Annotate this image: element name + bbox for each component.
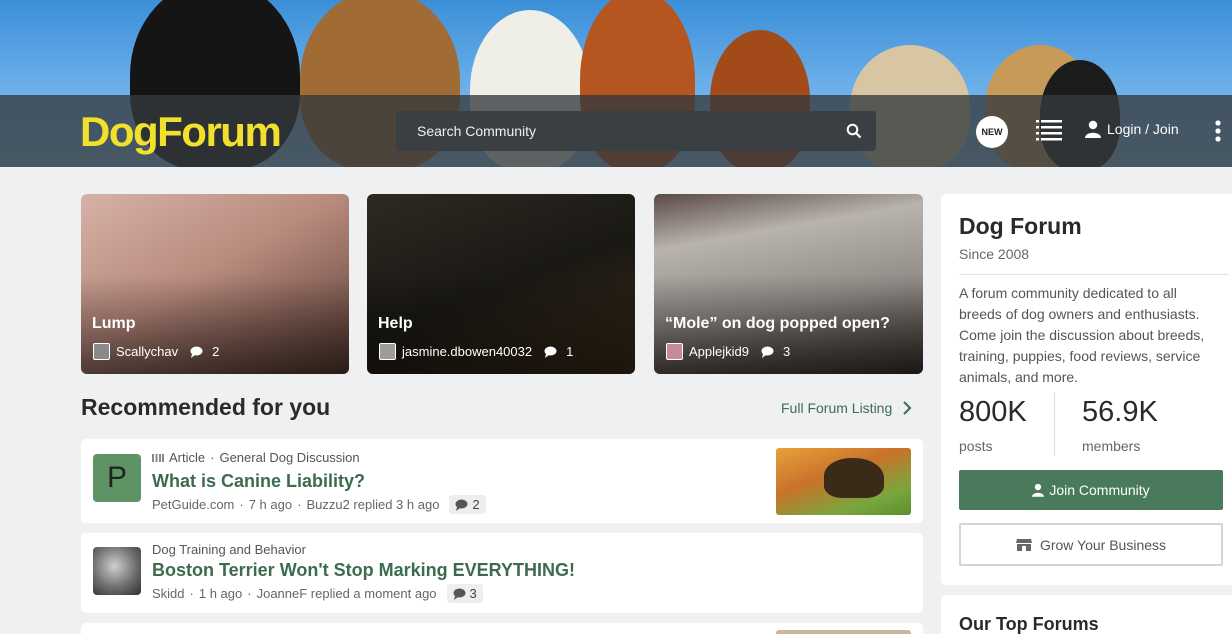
featured-card[interactable]: “Mole” on dog popped open? Applejkid9 3 — [654, 194, 923, 374]
site-logo[interactable]: DogForum — [80, 108, 282, 156]
posts-count: 800K — [959, 396, 1027, 428]
separator: · — [210, 450, 215, 465]
item-meta: Skidd · 1 h ago · JoanneF replied a mome… — [152, 584, 483, 603]
chevron-right-icon — [903, 401, 912, 415]
comment-count: 3 — [469, 586, 477, 601]
item-last-reply[interactable]: Buzzu2 replied 3 h ago — [306, 497, 439, 512]
separator: · — [239, 497, 244, 512]
avatar — [93, 343, 110, 360]
item-title[interactable]: Boston Terrier Won't Stop Marking EVERYT… — [152, 560, 575, 581]
item-last-reply[interactable]: JoanneF replied a moment ago — [257, 586, 437, 601]
avatar — [93, 547, 141, 595]
card-title[interactable]: Lump — [92, 315, 136, 333]
top-forums-panel: Our Top Forums — [941, 595, 1232, 634]
comment-icon — [761, 346, 774, 358]
item-thumbnail — [776, 630, 911, 634]
card-meta: Scallychav 2 — [93, 343, 219, 360]
item-author[interactable]: Skidd — [152, 586, 185, 601]
login-join-label: Login / Join — [1107, 121, 1179, 137]
more-menu-icon[interactable] — [1214, 120, 1222, 142]
avatar: P — [93, 454, 141, 502]
members-label: members — [1082, 438, 1141, 454]
members-count: 56.9K — [1082, 396, 1158, 428]
storefront-icon — [1015, 538, 1032, 551]
comment-icon — [455, 499, 468, 511]
article-icon — [152, 453, 164, 462]
item-category: Article · General Dog Discussion — [152, 450, 360, 465]
comment-icon — [544, 346, 557, 358]
card-comment-count: 1 — [566, 344, 574, 359]
featured-card[interactable]: Help jasmine.dbowen40032 1 — [367, 194, 635, 374]
card-comment-count: 3 — [783, 344, 791, 359]
item-title[interactable]: What is Canine Liability? — [152, 471, 365, 492]
community-since: Since 2008 — [959, 246, 1030, 262]
card-author[interactable]: Applejkid9 — [689, 344, 749, 359]
search-input[interactable]: Search Community — [396, 111, 876, 151]
card-author[interactable]: Scallychav — [116, 344, 178, 359]
top-forums-title: Our Top Forums — [959, 614, 1099, 634]
avatar-letter: P — [106, 461, 127, 494]
list-item[interactable]: P Article · General Dog Discussion What … — [81, 439, 923, 523]
separator: · — [189, 586, 194, 601]
item-source[interactable]: PetGuide.com — [152, 497, 234, 512]
join-community-label: Join Community — [1049, 482, 1150, 498]
full-forum-listing-link[interactable]: Full Forum Listing — [781, 400, 912, 416]
card-meta: Applejkid9 3 — [666, 343, 790, 360]
item-thumbnail[interactable] — [776, 448, 911, 515]
card-title[interactable]: Help — [378, 315, 413, 333]
divider — [959, 274, 1229, 275]
item-meta: PetGuide.com · 7 h ago · Buzzu2 replied … — [152, 495, 486, 514]
card-comments: 1 — [544, 344, 573, 359]
posts-label: posts — [959, 438, 993, 454]
item-forum[interactable]: Dog Training and Behavior — [152, 542, 306, 557]
card-author[interactable]: jasmine.dbowen40032 — [402, 344, 532, 359]
item-age: 1 h ago — [198, 586, 243, 601]
separator: · — [297, 497, 302, 512]
item-age: 7 h ago — [248, 497, 293, 512]
search-placeholder: Search Community — [417, 123, 537, 139]
divider — [1054, 392, 1055, 456]
list-view-icon[interactable] — [1036, 119, 1062, 143]
full-forum-listing-label: Full Forum Listing — [781, 400, 893, 416]
featured-card[interactable]: Lump Scallychav 2 — [81, 194, 349, 374]
comment-icon — [190, 346, 203, 358]
comment-count-badge: 2 — [449, 495, 486, 514]
separator: · — [247, 586, 252, 601]
search-icon[interactable] — [846, 123, 862, 139]
list-item[interactable] — [81, 623, 923, 634]
grow-business-button[interactable]: Grow Your Business — [959, 523, 1223, 566]
card-comments: 3 — [761, 344, 790, 359]
avatar — [666, 343, 683, 360]
item-forum[interactable]: General Dog Discussion — [219, 450, 359, 465]
card-meta: jasmine.dbowen40032 1 — [379, 343, 573, 360]
community-title: Dog Forum — [959, 213, 1082, 239]
list-item[interactable]: Dog Training and Behavior Boston Terrier… — [81, 533, 923, 613]
recommended-heading: Recommended for you — [81, 394, 331, 420]
item-type: Article — [169, 450, 206, 465]
login-join-link[interactable]: Login / Join — [1085, 120, 1179, 138]
thumbnail-dog-shape — [824, 458, 884, 498]
card-comments: 2 — [190, 344, 219, 359]
community-info-panel: Dog Forum Since 2008 A forum community d… — [941, 194, 1232, 585]
comment-count: 2 — [472, 497, 480, 512]
comment-icon — [453, 588, 466, 600]
join-community-button[interactable]: Join Community — [959, 470, 1223, 510]
grow-business-label: Grow Your Business — [1039, 536, 1167, 553]
avatar — [379, 343, 396, 360]
user-icon — [1085, 120, 1101, 138]
card-title[interactable]: “Mole” on dog popped open? — [665, 315, 890, 333]
comment-count-badge: 3 — [446, 584, 483, 603]
community-description: A forum community dedicated to all breed… — [959, 285, 1205, 385]
new-posts-icon[interactable]: NEW — [976, 116, 1008, 148]
user-icon — [1032, 483, 1045, 497]
card-comment-count: 2 — [212, 344, 220, 359]
